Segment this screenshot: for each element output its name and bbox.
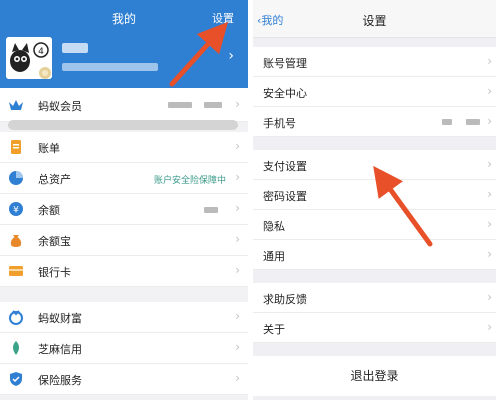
menu-item-3[interactable]: 保险服务 › <box>0 364 248 395</box>
chevron-right-icon: › <box>235 232 240 246</box>
svg-text:¥: ¥ <box>13 206 19 216</box>
settings-item-label: 安全中心 <box>263 87 307 100</box>
profile-header: 我的 设置 4 › <box>0 0 248 88</box>
settings-item-group1-2[interactable]: 安全中心 › <box>253 77 496 107</box>
menu-item-label: 保险服务 <box>38 374 82 387</box>
member-points-blurred <box>204 102 222 108</box>
sesame-icon <box>13 341 19 355</box>
menu-item-1[interactable]: 蚂蚁财富 › <box>0 302 248 333</box>
settings-item-label: 手机号 <box>263 117 296 130</box>
settings-item-label: 密码设置 <box>263 190 307 203</box>
yuan-icon: ¥ <box>9 202 23 216</box>
menu-item-3[interactable]: ¥ 余额 › <box>0 194 248 225</box>
shield-icon <box>10 372 22 386</box>
menu-item-1[interactable]: 账单 › <box>0 132 248 163</box>
menu-item-label: 余额宝 <box>38 235 71 248</box>
pie-chart-icon <box>9 171 23 185</box>
settings-panel: ‹我的 设置 账号管理 › 安全中心 › 手机号 › 支付设置 › 密码设置 › 隐私 › 通用 › 求助反… <box>253 0 496 400</box>
settings-item-label: 关于 <box>263 323 285 336</box>
settings-item-group2-4[interactable]: 通用 › <box>253 240 496 270</box>
chevron-right-icon: › <box>235 97 240 111</box>
phone-blurred <box>442 119 452 125</box>
menu-item-label: 余额 <box>38 204 60 217</box>
settings-item-label: 隐私 <box>263 220 285 233</box>
chevron-right-icon: › <box>487 157 492 171</box>
menu-item-4[interactable]: 余额宝 › <box>0 225 248 256</box>
settings-item-group2-2[interactable]: 密码设置 › <box>253 180 496 210</box>
settings-item-group3-1[interactable]: 求助反馈 › <box>253 283 496 313</box>
chevron-right-icon: › <box>235 201 240 215</box>
settings-item-label: 求助反馈 <box>263 293 307 306</box>
member-label: 蚂蚁会员 <box>38 100 82 113</box>
menu-item-label: 蚂蚁财富 <box>38 312 82 325</box>
settings-item-label: 支付设置 <box>263 160 307 173</box>
chevron-right-icon: › <box>235 371 240 385</box>
crown-icon <box>9 100 23 110</box>
member-row[interactable]: 蚂蚁会员 › <box>0 88 248 122</box>
menu-item-2[interactable]: 总资产 账户安全险保障中 › <box>0 163 248 194</box>
chevron-right-icon: › <box>487 84 492 98</box>
menu-item-label: 总资产 <box>38 173 71 186</box>
balance-blurred <box>204 207 218 213</box>
settings-item-label: 账号管理 <box>263 57 307 70</box>
chevron-right-icon: › <box>487 217 492 231</box>
settings-header: ‹我的 设置 <box>253 0 496 38</box>
member-level-blurred <box>168 102 192 108</box>
account-id-blurred <box>62 63 158 71</box>
menu-item-label: 账单 <box>38 142 60 155</box>
menu-item-label: 芝麻信用 <box>38 343 82 356</box>
chevron-right-icon: › <box>235 263 240 277</box>
page-title: 我的 <box>111 12 136 26</box>
menu-item-label: 银行卡 <box>38 266 71 279</box>
money-bag-icon <box>10 235 22 247</box>
profile-chevron-icon[interactable]: › <box>228 48 234 64</box>
banner-blurred <box>8 120 238 130</box>
chevron-right-icon: › <box>487 320 492 334</box>
settings-item-group1-1[interactable]: 账号管理 › <box>253 47 496 77</box>
chevron-right-icon: › <box>487 54 492 68</box>
user-name-blurred <box>62 43 88 53</box>
settings-item-group2-3[interactable]: 隐私 › <box>253 210 496 240</box>
phone-blurred <box>466 119 480 125</box>
settings-item-group2-1[interactable]: 支付设置 › <box>253 150 496 180</box>
settings-item-label: 通用 <box>263 250 285 263</box>
chevron-right-icon: › <box>487 290 492 304</box>
settings-item-group1-3[interactable]: 手机号 › <box>253 107 496 137</box>
chevron-right-icon: › <box>487 187 492 201</box>
chevron-right-icon: › <box>235 170 240 184</box>
settings-item-group3-2[interactable]: 关于 › <box>253 313 496 343</box>
profile-panel: 我的 设置 4 › 蚂蚁会员 › 账单 › 总资产 账户安全险保障中 › ¥ 余… <box>0 0 248 400</box>
menu-item-2[interactable]: 芝麻信用 › <box>0 333 248 364</box>
menu-item-5[interactable]: 银行卡 › <box>0 256 248 287</box>
chevron-right-icon: › <box>235 139 240 153</box>
svg-text:4: 4 <box>38 47 44 57</box>
bill-icon <box>11 140 21 154</box>
settings-link[interactable]: 设置 <box>212 10 234 26</box>
avatar[interactable]: 4 <box>6 37 52 79</box>
chevron-right-icon: › <box>487 247 492 261</box>
chevron-right-icon: › <box>487 114 492 128</box>
menu-item-value: 账户安全险保障中 <box>153 176 226 186</box>
avatar-cat-icon: 4 <box>6 37 52 79</box>
chevron-right-icon: › <box>235 340 240 354</box>
chevron-right-icon: › <box>235 309 240 323</box>
bank-card-icon <box>9 266 23 276</box>
wealth-icon <box>9 310 23 325</box>
logout-button[interactable]: 退出登录 <box>253 356 496 396</box>
settings-title: 设置 <box>362 14 387 28</box>
